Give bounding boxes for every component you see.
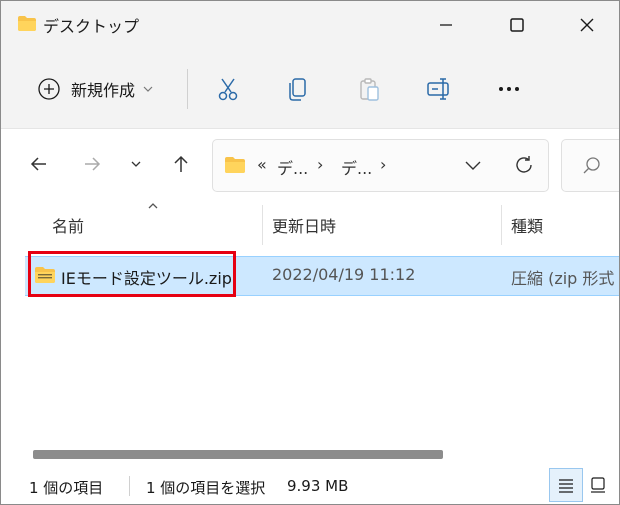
plus-circle-icon xyxy=(38,78,60,100)
folder-icon xyxy=(18,16,36,31)
breadcrumb-separator[interactable]: › xyxy=(317,155,323,174)
rename-button[interactable] xyxy=(421,71,457,107)
highlight-annotation xyxy=(28,251,236,297)
chevron-down-icon xyxy=(143,86,153,92)
navigation-bar: « デ... › デ... › xyxy=(1,129,619,199)
more-button[interactable] xyxy=(491,71,527,107)
close-icon xyxy=(580,18,594,32)
details-view-icon xyxy=(559,479,573,493)
rename-icon xyxy=(427,78,449,100)
column-divider[interactable] xyxy=(501,205,502,245)
horizontal-scrollbar-thumb[interactable] xyxy=(33,450,443,459)
status-divider xyxy=(129,476,130,496)
copy-button[interactable] xyxy=(280,71,316,107)
folder-icon xyxy=(225,157,245,173)
details-view-button[interactable] xyxy=(549,468,583,502)
cut-button[interactable] xyxy=(210,71,246,107)
selection-count: 1 個の項目を選択 xyxy=(146,479,266,497)
breadcrumb-overflow[interactable]: « xyxy=(257,155,267,174)
paste-icon xyxy=(360,78,379,101)
address-bar[interactable]: « デ... › デ... › xyxy=(212,139,549,192)
refresh-icon[interactable] xyxy=(513,154,535,176)
file-type: 圧縮 (zip 形式 xyxy=(511,269,615,288)
title-bar: デスクトップ xyxy=(1,1,619,49)
minimize-button[interactable] xyxy=(421,1,471,49)
column-header-date[interactable]: 更新日時 xyxy=(272,199,336,251)
cut-icon xyxy=(218,78,238,101)
column-divider[interactable] xyxy=(262,205,263,245)
new-button-label: 新規作成 xyxy=(71,81,136,100)
copy-icon xyxy=(289,78,306,101)
maximize-icon xyxy=(510,18,524,32)
more-icon xyxy=(499,87,519,91)
column-header-type[interactable]: 種類 xyxy=(511,199,543,251)
new-button[interactable]: 新規作成 xyxy=(29,71,169,107)
chevron-down-icon[interactable] xyxy=(463,157,483,173)
status-bar: 1 個の項目 1 個の項目を選択 9.93 MB xyxy=(1,466,619,504)
item-count: 1 個の項目 xyxy=(29,479,104,497)
tiles-view-icon xyxy=(591,477,605,493)
file-modified-date: 2022/04/19 11:12 xyxy=(272,265,416,284)
search-icon xyxy=(583,157,600,174)
explorer-window: デスクトップ 新規作成 « デ... › デ... › 名前 更新日時 種類 I… xyxy=(0,0,620,505)
breadcrumb-item[interactable]: デ... xyxy=(341,155,372,179)
maximize-button[interactable] xyxy=(492,1,542,49)
command-bar: 新規作成 xyxy=(1,49,619,129)
chevron-down-icon xyxy=(131,161,141,167)
arrow-up-icon xyxy=(174,155,188,172)
recent-locations-button[interactable] xyxy=(119,147,153,181)
back-button[interactable] xyxy=(22,147,56,181)
breadcrumb-item[interactable]: デ... xyxy=(277,155,308,179)
up-button[interactable] xyxy=(164,147,198,181)
arrow-left-icon xyxy=(30,157,46,171)
tiles-view-button[interactable] xyxy=(581,468,615,502)
breadcrumb-separator[interactable]: › xyxy=(380,155,386,174)
forward-button[interactable] xyxy=(75,147,109,181)
arrow-right-icon xyxy=(85,157,101,171)
sort-ascending-icon xyxy=(148,203,158,209)
column-header-name[interactable]: 名前 xyxy=(52,199,84,251)
close-button[interactable] xyxy=(562,1,612,49)
window-title: デスクトップ xyxy=(43,17,140,36)
paste-button[interactable] xyxy=(351,71,387,107)
minimize-icon xyxy=(440,24,452,26)
search-box[interactable] xyxy=(561,139,619,192)
toolbar-separator xyxy=(187,69,188,109)
selection-size: 9.93 MB xyxy=(287,477,349,495)
